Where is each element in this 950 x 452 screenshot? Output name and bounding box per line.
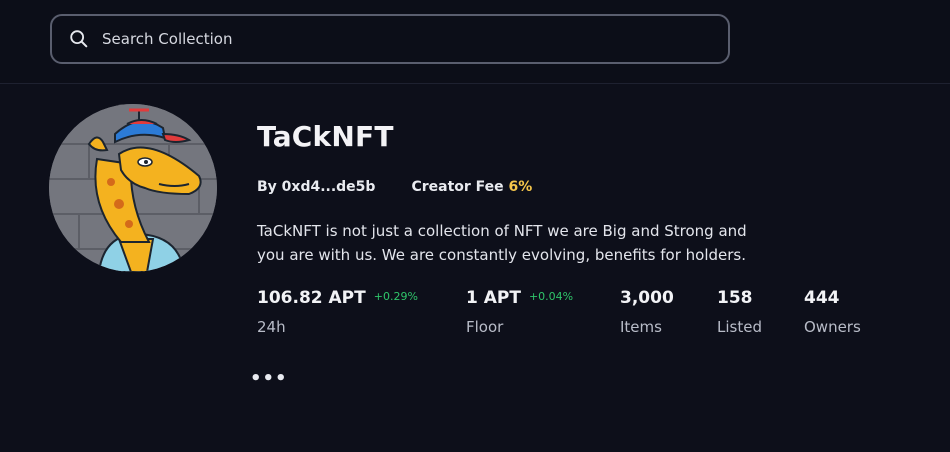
top-bar [0,0,950,84]
stat-label: Floor [466,318,504,336]
stat-label: Listed [717,318,762,336]
collection-meta: By 0xd4...de5b Creator Fee 6% [257,179,532,195]
stat-owners: 444 Owners [804,288,861,336]
stat-listed: 158 Listed [717,288,762,336]
giraffe-avatar-image [49,104,217,272]
stat-volume-24h: 106.82 APT +0.29% 24h [257,288,418,336]
stat-label: Owners [804,318,861,336]
stat-label: Items [620,318,662,336]
stat-value: 3,000 [620,288,674,308]
search-icon [70,30,88,48]
stat-change: +0.04% [528,290,574,303]
collection-avatar [49,104,217,272]
more-options-icon[interactable]: ••• [250,368,288,389]
stat-value: 158 [717,288,753,308]
creator-address[interactable]: By 0xd4...de5b [257,179,375,195]
creator-fee-value: 6% [508,179,533,195]
search-input[interactable] [100,29,684,49]
creator-fee-label: Creator Fee [411,179,504,195]
stat-value: 1 APT [466,288,521,308]
stat-value: 106.82 APT [257,288,366,308]
search-box[interactable] [50,14,730,64]
collection-description: TaCkNFT is not just a collection of NFT … [257,222,747,264]
stat-change: +0.29% [373,290,418,303]
stat-items: 3,000 Items [620,288,674,336]
stat-floor: 1 APT +0.04% Floor [466,288,573,336]
stat-value: 444 [804,288,840,308]
creator-fee: Creator Fee 6% [411,179,532,195]
stat-label: 24h [257,318,286,336]
collection-title: TaCkNFT [257,120,394,153]
